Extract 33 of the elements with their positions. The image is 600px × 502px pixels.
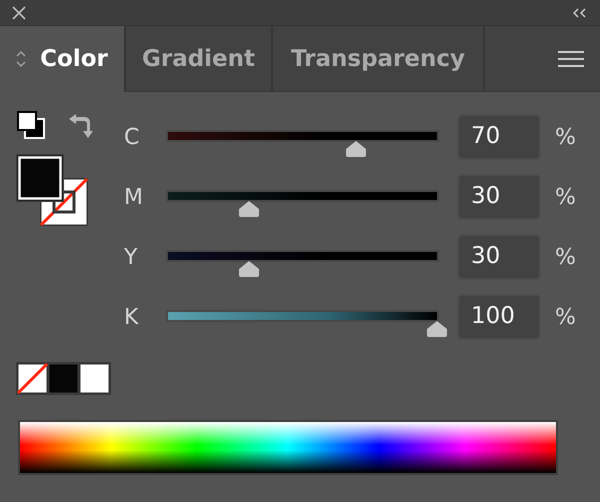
- sort-arrows-icon[interactable]: [16, 50, 26, 68]
- fill-swatch[interactable]: [16, 154, 64, 202]
- collapse-icon[interactable]: [572, 8, 588, 18]
- slider-thumb[interactable]: [238, 200, 260, 218]
- channel-label: Y: [123, 244, 138, 270]
- slider-track[interactable]: [166, 190, 439, 202]
- slider-track[interactable]: [166, 130, 439, 142]
- slider-track[interactable]: [166, 250, 439, 262]
- value-field[interactable]: 30: [457, 174, 541, 220]
- percent-label: %: [555, 304, 576, 330]
- value-field[interactable]: 30: [457, 234, 541, 280]
- color-swatch[interactable]: [17, 363, 48, 394]
- close-icon[interactable]: [12, 6, 26, 20]
- percent-label: %: [555, 124, 576, 150]
- default-colors-icon[interactable]: [16, 110, 46, 140]
- slider-thumb[interactable]: [426, 320, 448, 338]
- panel-tab[interactable]: Transparency: [273, 26, 485, 92]
- color-swatch[interactable]: [79, 363, 110, 394]
- panel-tab[interactable]: Color: [0, 26, 126, 92]
- percent-label: %: [555, 184, 576, 210]
- channel-label: K: [123, 304, 140, 330]
- value-field[interactable]: 70: [457, 114, 541, 160]
- value-field[interactable]: 100: [457, 294, 541, 340]
- color-swatch[interactable]: [48, 363, 79, 394]
- color-spectrum[interactable]: [18, 420, 558, 475]
- channel-label: M: [123, 184, 144, 210]
- percent-label: %: [555, 244, 576, 270]
- panel-tab[interactable]: Gradient: [126, 26, 273, 92]
- menu-icon[interactable]: [558, 50, 584, 68]
- slider-thumb[interactable]: [238, 260, 260, 278]
- slider-thumb[interactable]: [345, 140, 368, 158]
- channel-label: C: [123, 124, 140, 150]
- slider-track[interactable]: [166, 310, 439, 322]
